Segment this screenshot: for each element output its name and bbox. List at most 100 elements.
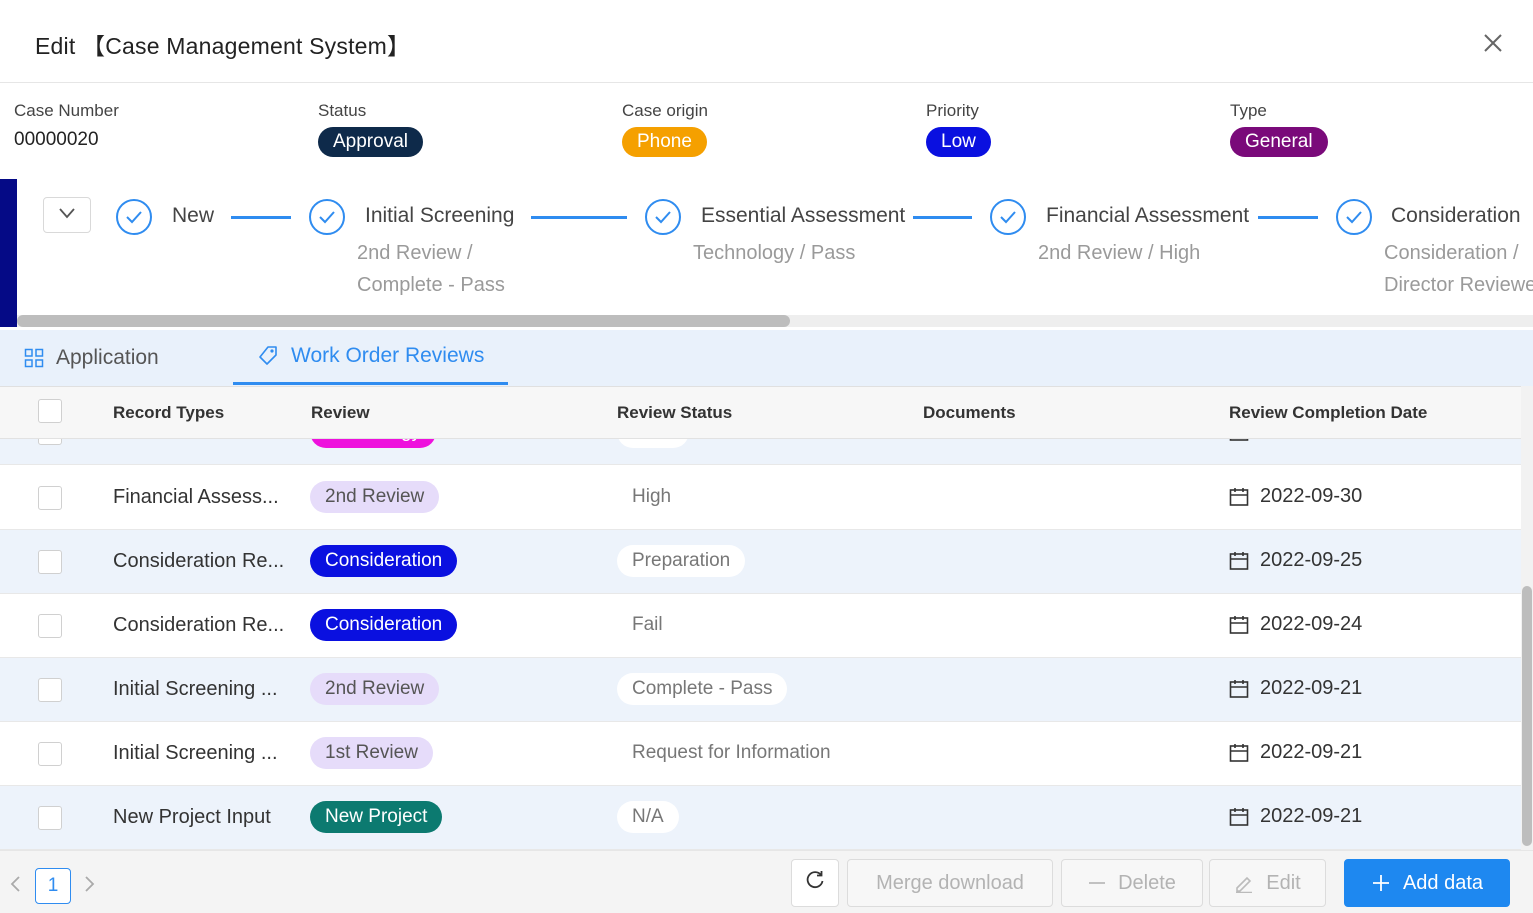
- path-scrollbar-thumb[interactable]: [17, 315, 790, 327]
- path-connector: [231, 216, 291, 219]
- chevron-down-icon: [58, 206, 76, 224]
- priority-field: Priority Low: [926, 101, 991, 157]
- row-checkbox[interactable]: [38, 806, 62, 830]
- review-status-cell: N/A: [617, 801, 679, 833]
- path-step-detail: Consideration / Director Reviewed: [1384, 237, 1533, 301]
- calendar-icon: [1229, 807, 1249, 826]
- type-badge: General: [1230, 127, 1328, 157]
- column-header[interactable]: Review Status: [617, 403, 732, 423]
- add-data-label: Add data: [1402, 871, 1484, 894]
- plus-icon: [1371, 873, 1391, 893]
- row-checkbox[interactable]: [38, 742, 62, 766]
- review-tag: Consideration: [310, 545, 458, 577]
- add-data-button[interactable]: Add data: [1344, 859, 1510, 907]
- path-step-detail-line: Complete - Pass: [357, 274, 505, 296]
- path-step-detail: 2nd Review / High: [1038, 237, 1200, 269]
- case-path: New Initial Screening 2nd Review / Compl…: [0, 179, 1533, 329]
- delete-label: Delete: [1118, 871, 1176, 894]
- path-step-name: Initial Screening: [365, 204, 515, 227]
- path-connector: [913, 216, 972, 219]
- table-row[interactable]: Consideration Re... Consideration Fail 2…: [0, 594, 1521, 658]
- path-step-detail-line: Consideration /: [1384, 242, 1519, 264]
- table-row[interactable]: Initial Screening ... 1st Review Request…: [0, 722, 1521, 786]
- tab-label: Application: [56, 345, 159, 369]
- calendar-icon: [1229, 679, 1249, 698]
- tab-bar: Application Work Order Reviews: [0, 330, 1533, 386]
- tab-application[interactable]: Application: [24, 330, 159, 385]
- path-step-detail-line: Technology / Pass: [693, 242, 856, 264]
- row-checkbox[interactable]: [38, 550, 62, 574]
- edit-button[interactable]: Edit: [1209, 859, 1326, 907]
- table-row[interactable]: New Project Input New Project N/A 2022-0…: [0, 786, 1521, 850]
- review-status-cell: Complete - Pass: [617, 673, 788, 705]
- check-icon: [1336, 199, 1372, 235]
- pagination-current-page[interactable]: 1: [35, 868, 71, 904]
- column-header[interactable]: Review: [311, 403, 370, 423]
- status-field: Status Approval: [318, 101, 423, 157]
- review-tag: 1st Review: [310, 737, 433, 769]
- priority-badge: Low: [926, 127, 991, 157]
- review-tag: 2nd Review: [310, 673, 440, 705]
- close-icon[interactable]: [1478, 28, 1508, 58]
- reviews-table: Record Types Review Review Status Docume…: [0, 386, 1521, 850]
- grid-icon: [24, 348, 44, 368]
- path-step-name: Financial Assessment: [1046, 204, 1250, 227]
- calendar-icon: [1229, 615, 1249, 634]
- column-header[interactable]: Documents: [923, 403, 1016, 423]
- refresh-button[interactable]: [791, 859, 839, 907]
- status-badge: Approval: [318, 127, 423, 157]
- table-row[interactable]: Consideration Re... Consideration Prepar…: [0, 530, 1521, 594]
- path-step-detail-line: Director Reviewed: [1384, 274, 1533, 296]
- row-checkbox[interactable]: [38, 486, 62, 510]
- delete-button[interactable]: Delete: [1061, 859, 1203, 907]
- date-text: 2022-09-21: [1260, 677, 1363, 699]
- minus-icon: [1088, 881, 1106, 885]
- table-scrollbar-thumb[interactable]: [1522, 586, 1532, 846]
- check-icon: [990, 199, 1026, 235]
- type-label: Type: [1230, 101, 1267, 120]
- column-header[interactable]: Record Types: [113, 403, 224, 423]
- review-status-cell: High: [632, 486, 672, 507]
- tab-work-order-reviews[interactable]: Work Order Reviews: [233, 330, 508, 385]
- date-text: 2022-09-25: [1260, 549, 1363, 571]
- select-all-checkbox[interactable]: [38, 399, 62, 423]
- row-checkbox[interactable]: [38, 614, 62, 638]
- record-type-cell: Initial Screening ...: [113, 678, 278, 700]
- case-origin-badge: Phone: [622, 127, 707, 157]
- date-text: 2022-09-30: [1260, 485, 1363, 507]
- path-step-name: Essential Assessment: [701, 204, 906, 227]
- table-scrollbar[interactable]: [1521, 386, 1533, 850]
- chevron-right-icon[interactable]: [82, 875, 96, 898]
- tab-label: Work Order Reviews: [291, 344, 485, 367]
- column-header[interactable]: Review Completion Date: [1229, 403, 1427, 423]
- completion-date-cell: 2022-09-24: [1229, 613, 1362, 636]
- completion-date-cell: 2022-09-30: [1229, 485, 1362, 508]
- table-row[interactable]: Initial Screening ... 2nd Review Complet…: [0, 658, 1521, 722]
- case-number-value: 00000020: [14, 129, 99, 150]
- chevron-left-icon[interactable]: [9, 875, 23, 898]
- refresh-icon: [804, 869, 826, 897]
- edit-label: Edit: [1266, 871, 1301, 894]
- path-toggle-button[interactable]: [43, 197, 91, 233]
- review-status-cell: Request for Information: [632, 742, 831, 763]
- check-icon: [645, 199, 681, 235]
- row-checkbox[interactable]: [38, 678, 62, 702]
- table-footer: 1 Merge download Delete Edit Add data: [0, 850, 1533, 913]
- calendar-icon: [1229, 743, 1249, 762]
- tag-icon: [257, 345, 279, 367]
- merge-download-button[interactable]: Merge download: [847, 859, 1053, 907]
- path-step-detail-line: 2nd Review /: [357, 242, 473, 264]
- date-text: 2022-09-24: [1260, 613, 1363, 635]
- path-step-detail: Technology / Pass: [693, 237, 855, 269]
- table-header: Record Types Review Review Status Docume…: [0, 386, 1521, 439]
- priority-label: Priority: [926, 101, 979, 120]
- case-number-label: Case Number: [14, 101, 119, 120]
- completion-date-cell: 2022-09-25: [1229, 549, 1362, 572]
- record-type-cell: Financial Assess...: [113, 486, 279, 508]
- table-row[interactable]: Financial Assess... 2nd Review High 2022…: [0, 466, 1521, 530]
- completion-date-cell: 2022-09-21: [1229, 677, 1362, 700]
- path-connector: [1258, 216, 1318, 219]
- completion-date-cell: 2022-09-21: [1229, 741, 1362, 764]
- dialog-title: Edit 【Case Management System】: [35, 33, 411, 59]
- record-type-cell: Consideration Re...: [113, 614, 285, 636]
